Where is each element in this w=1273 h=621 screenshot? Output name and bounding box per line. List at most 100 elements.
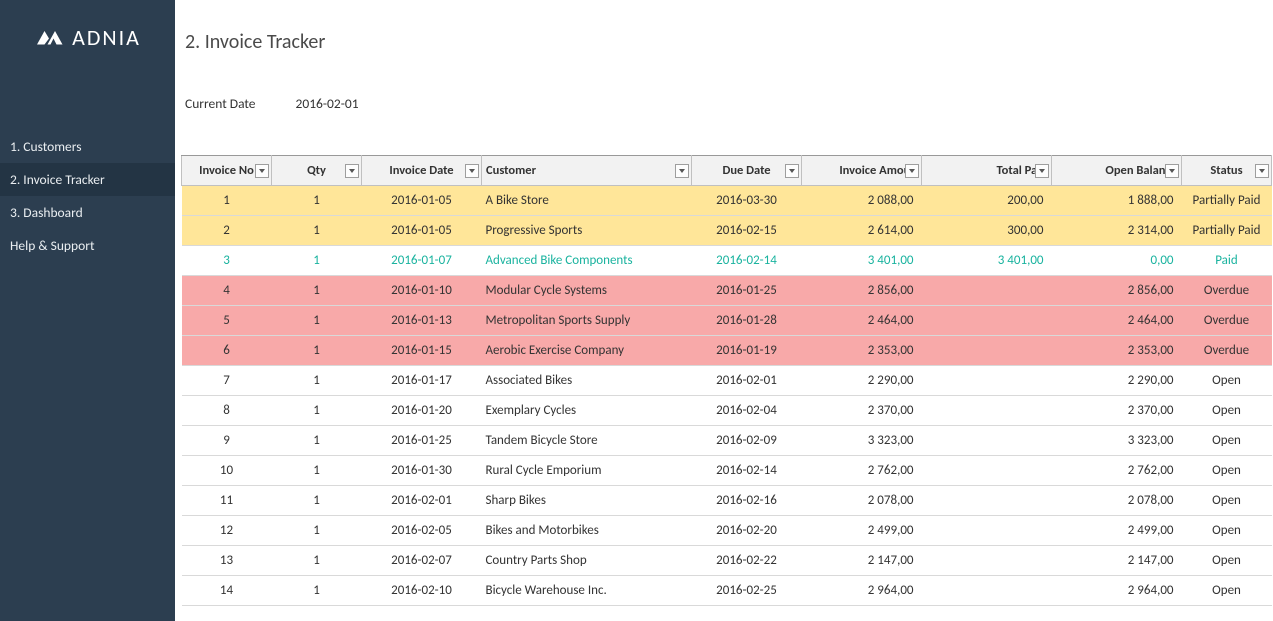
filter-dropdown-icon[interactable] bbox=[1165, 164, 1179, 178]
cell-no: 1 bbox=[182, 186, 272, 216]
filter-dropdown-icon[interactable] bbox=[785, 164, 799, 178]
brand-logo: ADNIA bbox=[0, 0, 175, 75]
cell-no: 11 bbox=[182, 486, 272, 516]
table-row[interactable]: 912016-01-25Tandem Bicycle Store2016-02-… bbox=[182, 426, 1272, 456]
cell-customer: Advanced Bike Components bbox=[482, 246, 692, 276]
cell-balance: 0,00 bbox=[1052, 246, 1182, 276]
table-row[interactable]: 112016-01-05A Bike Store2016-03-302 088,… bbox=[182, 186, 1272, 216]
cell-no: 7 bbox=[182, 366, 272, 396]
table-row[interactable]: 1212016-02-05Bikes and Motorbikes2016-02… bbox=[182, 516, 1272, 546]
table-row[interactable]: 312016-01-07Advanced Bike Components2016… bbox=[182, 246, 1272, 276]
cell-due_date: 2016-02-14 bbox=[692, 456, 802, 486]
cell-amount: 3 323,00 bbox=[802, 426, 922, 456]
filter-dropdown-icon[interactable] bbox=[255, 164, 269, 178]
cell-balance: 2 762,00 bbox=[1052, 456, 1182, 486]
table-row[interactable]: 1012016-01-30Rural Cycle Emporium2016-02… bbox=[182, 456, 1272, 486]
column-header: Open Balance bbox=[1052, 156, 1182, 186]
filter-dropdown-icon[interactable] bbox=[1035, 164, 1049, 178]
cell-status: Overdue bbox=[1182, 336, 1272, 366]
cell-status: Overdue bbox=[1182, 306, 1272, 336]
cell-due_date: 2016-02-04 bbox=[692, 396, 802, 426]
cell-due_date: 2016-01-19 bbox=[692, 336, 802, 366]
cell-customer: Associated Bikes bbox=[482, 366, 692, 396]
cell-paid bbox=[922, 306, 1052, 336]
invoice-table-wrap: Invoice NoQtyInvoice DateCustomerDue Dat… bbox=[181, 155, 1273, 621]
cell-paid bbox=[922, 396, 1052, 426]
cell-paid bbox=[922, 516, 1052, 546]
filter-dropdown-icon[interactable] bbox=[345, 164, 359, 178]
cell-invoice_date: 2016-01-20 bbox=[362, 396, 482, 426]
cell-amount: 2 290,00 bbox=[802, 366, 922, 396]
cell-due_date: 2016-02-09 bbox=[692, 426, 802, 456]
cell-no: 9 bbox=[182, 426, 272, 456]
column-header-label: Due Date bbox=[722, 163, 770, 178]
current-date-value: 2016-02-01 bbox=[296, 95, 359, 112]
cell-customer: Rural Cycle Emporium bbox=[482, 456, 692, 486]
cell-invoice_date: 2016-02-10 bbox=[362, 576, 482, 606]
cell-amount: 2 856,00 bbox=[802, 276, 922, 306]
cell-due_date: 2016-03-30 bbox=[692, 186, 802, 216]
table-row[interactable]: 1112016-02-01Sharp Bikes2016-02-162 078,… bbox=[182, 486, 1272, 516]
table-row[interactable]: 712016-01-17Associated Bikes2016-02-012 … bbox=[182, 366, 1272, 396]
cell-paid bbox=[922, 456, 1052, 486]
sidebar-item-3[interactable]: Help & Support bbox=[0, 229, 175, 262]
cell-status: Partially Paid bbox=[1182, 216, 1272, 246]
cell-paid: 3 401,00 bbox=[922, 246, 1052, 276]
column-header: Total Paid bbox=[922, 156, 1052, 186]
cell-amount: 2 964,00 bbox=[802, 576, 922, 606]
table-row[interactable]: 212016-01-05Progressive Sports2016-02-15… bbox=[182, 216, 1272, 246]
cell-balance: 2 964,00 bbox=[1052, 576, 1182, 606]
table-row[interactable]: 812016-01-20Exemplary Cycles2016-02-042 … bbox=[182, 396, 1272, 426]
cell-due_date: 2016-02-16 bbox=[692, 486, 802, 516]
cell-amount: 2 614,00 bbox=[802, 216, 922, 246]
cell-qty: 1 bbox=[272, 246, 362, 276]
cell-balance: 2 353,00 bbox=[1052, 336, 1182, 366]
cell-qty: 1 bbox=[272, 456, 362, 486]
cell-invoice_date: 2016-01-05 bbox=[362, 186, 482, 216]
column-header: Invoice Amoun bbox=[802, 156, 922, 186]
table-row[interactable]: 412016-01-10Modular Cycle Systems2016-01… bbox=[182, 276, 1272, 306]
sidebar-item-2[interactable]: 3. Dashboard bbox=[0, 196, 175, 229]
filter-dropdown-icon[interactable] bbox=[675, 164, 689, 178]
cell-customer: Bicycle Warehouse Inc. bbox=[482, 576, 692, 606]
table-row[interactable]: 612016-01-15Aerobic Exercise Company2016… bbox=[182, 336, 1272, 366]
table-row[interactable]: 1412016-02-10Bicycle Warehouse Inc.2016-… bbox=[182, 576, 1272, 606]
column-header-label: Status bbox=[1210, 163, 1242, 178]
filter-dropdown-icon[interactable] bbox=[465, 164, 479, 178]
filter-dropdown-icon[interactable] bbox=[905, 164, 919, 178]
cell-no: 5 bbox=[182, 306, 272, 336]
cell-invoice_date: 2016-01-15 bbox=[362, 336, 482, 366]
cell-balance: 2 499,00 bbox=[1052, 516, 1182, 546]
cell-invoice_date: 2016-01-30 bbox=[362, 456, 482, 486]
column-header: Qty bbox=[272, 156, 362, 186]
current-date-label: Current Date bbox=[185, 95, 256, 112]
cell-amount: 2 499,00 bbox=[802, 516, 922, 546]
cell-paid bbox=[922, 336, 1052, 366]
cell-amount: 2 464,00 bbox=[802, 306, 922, 336]
sidebar-item-1[interactable]: 2. Invoice Tracker bbox=[0, 163, 175, 196]
cell-status: Paid bbox=[1182, 246, 1272, 276]
cell-due_date: 2016-02-25 bbox=[692, 576, 802, 606]
column-header: Invoice Date bbox=[362, 156, 482, 186]
table-row[interactable]: 512016-01-13Metropolitan Sports Supply20… bbox=[182, 306, 1272, 336]
filter-dropdown-icon[interactable] bbox=[1255, 164, 1269, 178]
cell-invoice_date: 2016-01-10 bbox=[362, 276, 482, 306]
cell-invoice_date: 2016-02-05 bbox=[362, 516, 482, 546]
cell-invoice_date: 2016-01-25 bbox=[362, 426, 482, 456]
sidebar-item-0[interactable]: 1. Customers bbox=[0, 130, 175, 163]
cell-customer: Aerobic Exercise Company bbox=[482, 336, 692, 366]
cell-qty: 1 bbox=[272, 366, 362, 396]
cell-invoice_date: 2016-01-17 bbox=[362, 366, 482, 396]
cell-paid: 200,00 bbox=[922, 186, 1052, 216]
column-header: Status bbox=[1182, 156, 1272, 186]
cell-amount: 2 088,00 bbox=[802, 186, 922, 216]
invoice-table: Invoice NoQtyInvoice DateCustomerDue Dat… bbox=[181, 155, 1272, 606]
cell-qty: 1 bbox=[272, 216, 362, 246]
column-header-label: Customer bbox=[486, 163, 536, 178]
page-title: 2. Invoice Tracker bbox=[185, 30, 325, 54]
table-row[interactable]: 1312016-02-07Country Parts Shop2016-02-2… bbox=[182, 546, 1272, 576]
cell-amount: 2 353,00 bbox=[802, 336, 922, 366]
cell-status: Open bbox=[1182, 486, 1272, 516]
cell-amount: 2 762,00 bbox=[802, 456, 922, 486]
cell-balance: 1 888,00 bbox=[1052, 186, 1182, 216]
